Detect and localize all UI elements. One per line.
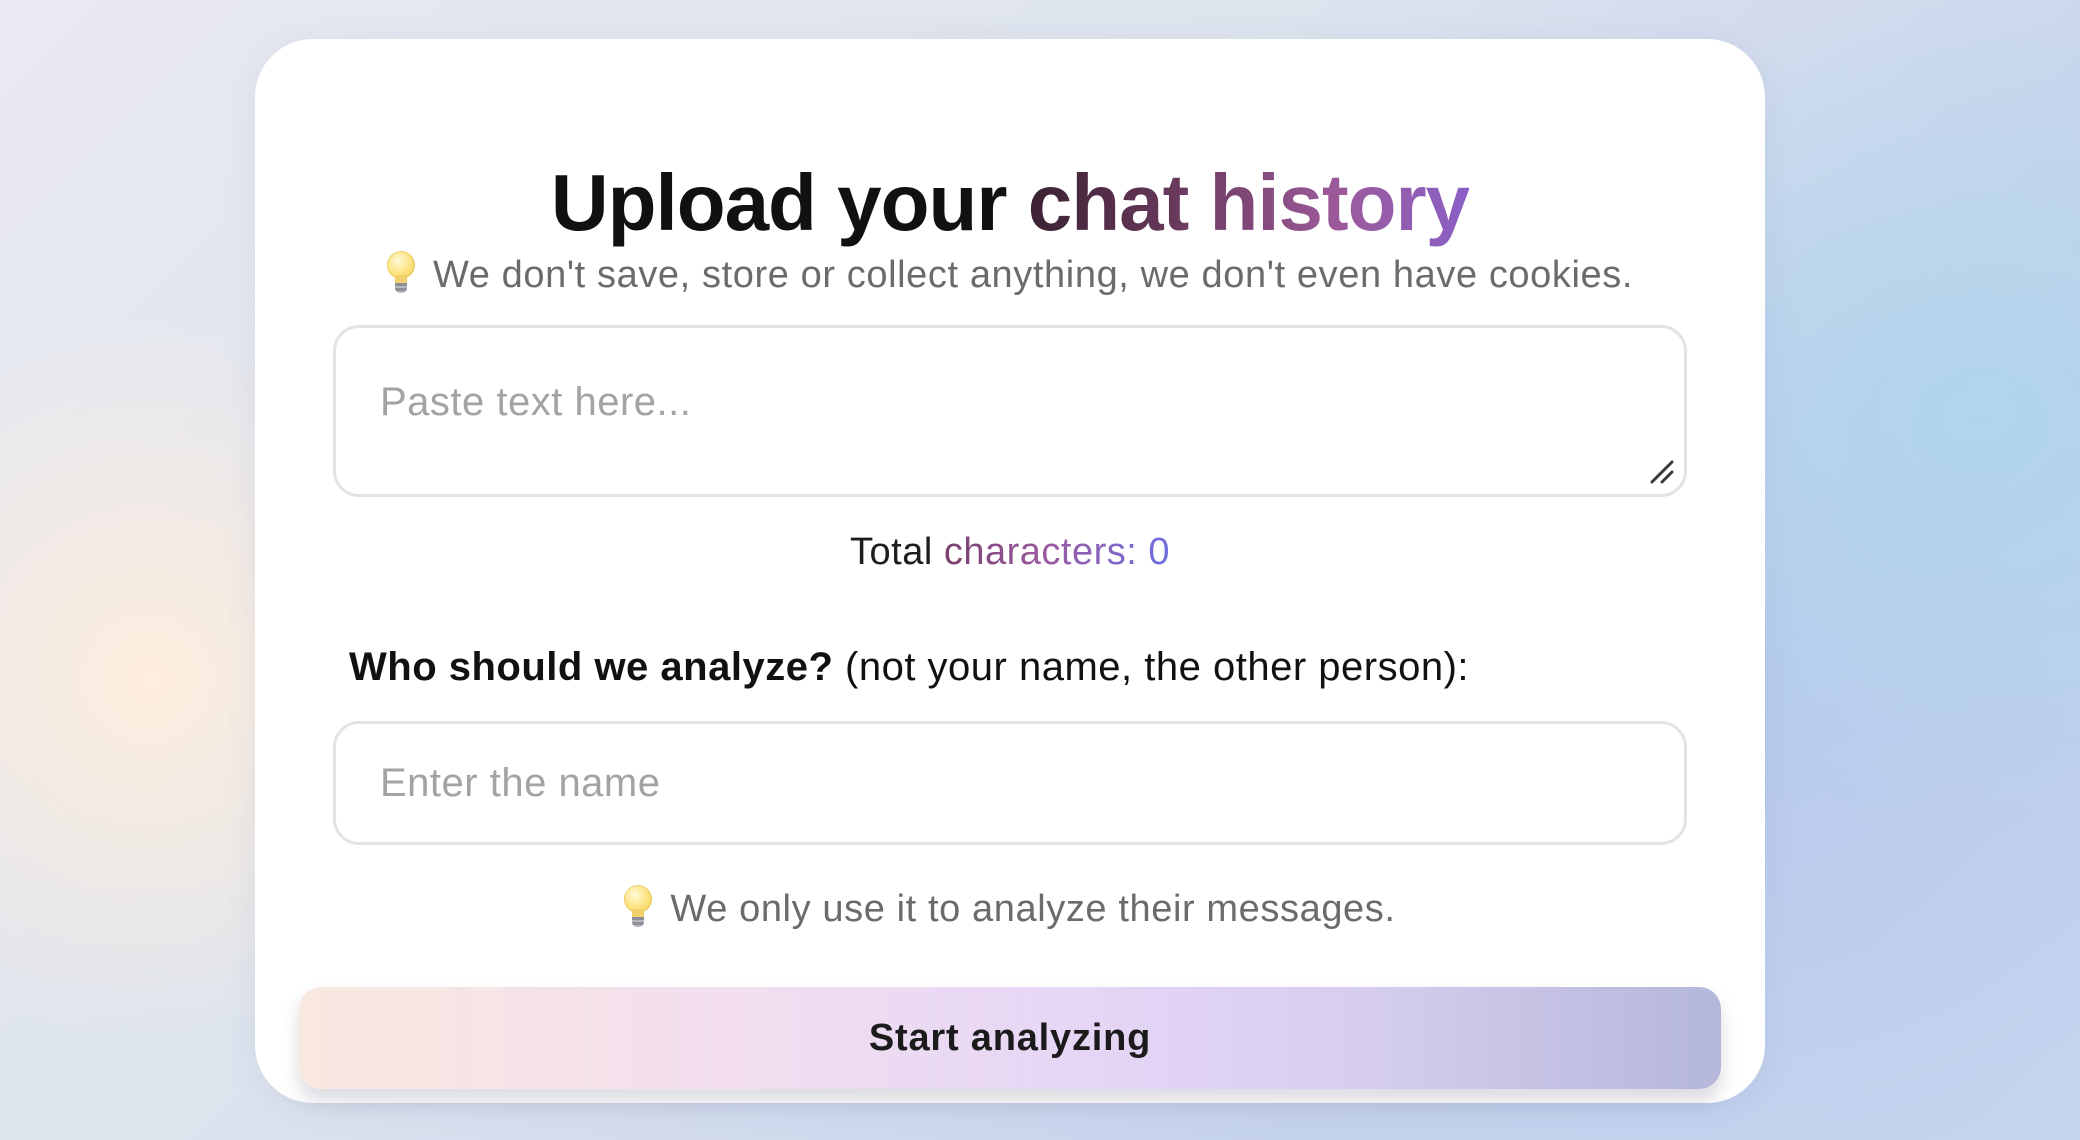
question-rest: (not your name, the other person): [833,645,1469,689]
name-note: We only use it to analyze their messages… [255,885,1765,929]
character-count-label: Total [850,531,944,573]
name-input[interactable] [336,724,1684,842]
start-analyzing-button[interactable]: Start analyzing [299,987,1721,1089]
resize-handle-icon[interactable] [1646,456,1676,486]
privacy-note: We don't save, store or collect anything… [255,251,1765,295]
lightbulb-icon [624,885,653,929]
character-count-accent: characters: 0 [944,531,1170,573]
upload-card: Upload your chat history We don't save, … [255,39,1765,1103]
title-plain: Upload your [550,157,1028,247]
name-field [333,721,1687,845]
privacy-note-text: We don't save, store or collect anything… [432,254,1634,296]
name-note-text: We only use it to analyze their messages… [670,888,1396,930]
question-bold: Who should we analyze? [349,645,834,689]
chat-history-field [333,325,1687,497]
character-count: Total characters: 0 [255,533,1765,571]
character-count-accent-label: characters: [943,531,1149,573]
page-title: Upload your chat history [255,162,1765,243]
analyze-question-label: Who should we analyze? (not your name, t… [349,647,1469,687]
character-count-value: 0 [1148,531,1170,573]
chat-history-textarea[interactable] [336,328,1684,494]
lightbulb-icon [386,251,415,295]
title-accent: chat history [1027,157,1470,247]
